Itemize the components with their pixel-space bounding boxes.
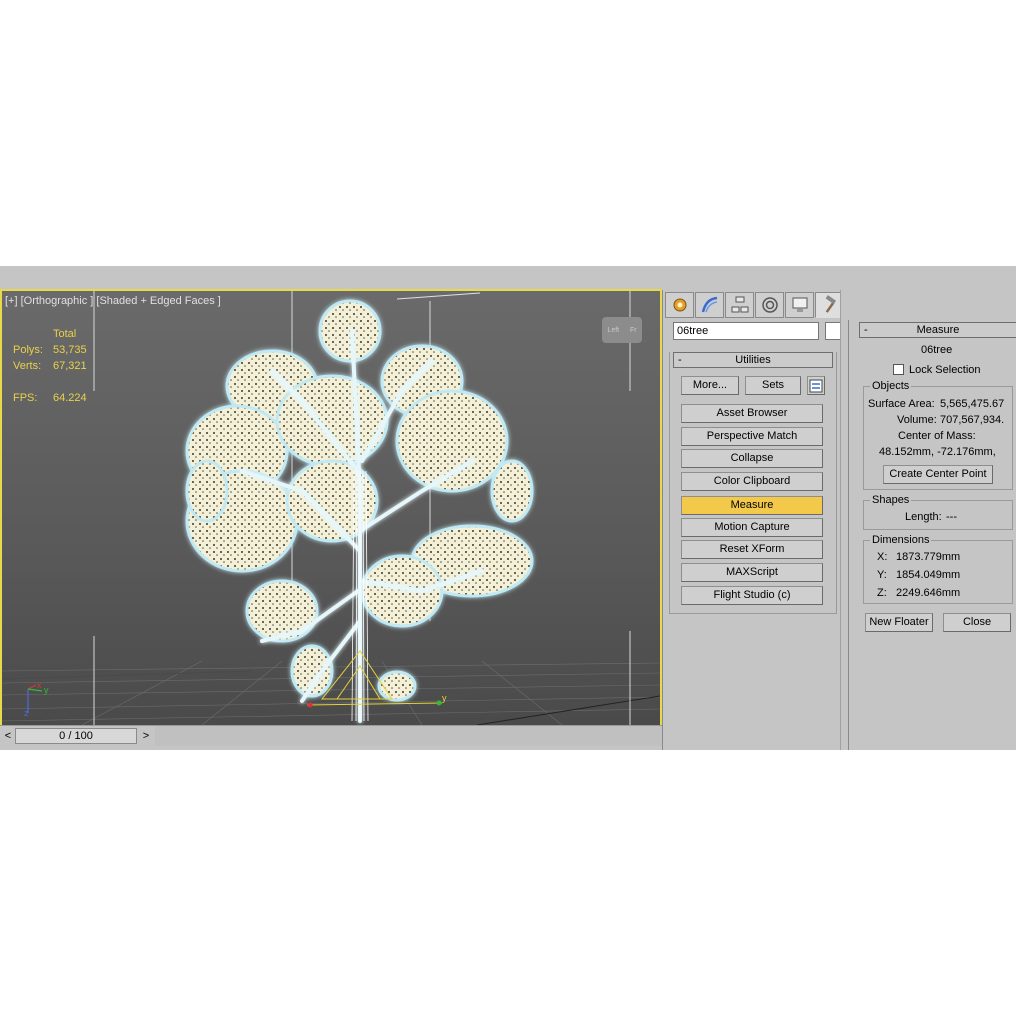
command-panel-tabs bbox=[665, 292, 845, 318]
panel-separator bbox=[840, 290, 848, 750]
volume-label: Volume: bbox=[897, 414, 937, 426]
dimension-y-label: Y: bbox=[877, 569, 887, 581]
viewcube-front-face[interactable]: Fr bbox=[630, 327, 637, 334]
surface-area-value: 5,565,475.67 bbox=[940, 398, 1005, 410]
object-name-field[interactable]: 06tree bbox=[673, 322, 819, 340]
time-slider[interactable]: 0 / 100 bbox=[15, 728, 137, 744]
lock-selection-label[interactable]: Lock Selection bbox=[909, 363, 981, 377]
shapes-group-title: Shapes bbox=[870, 494, 912, 506]
stats-verts-label: Verts: bbox=[13, 360, 42, 372]
configure-button-sets[interactable] bbox=[807, 376, 825, 395]
volume-value: 707,567,934. bbox=[940, 414, 1005, 426]
measure-rollout-header[interactable]: - Measure bbox=[859, 322, 1016, 338]
length-label: Length: bbox=[905, 511, 942, 523]
collapse-minus-icon: - bbox=[864, 324, 868, 336]
tab-create[interactable] bbox=[665, 292, 694, 318]
configure-sets-icon bbox=[809, 379, 823, 393]
surface-area-label: Surface Area: bbox=[868, 398, 935, 410]
svg-text:y: y bbox=[442, 693, 447, 703]
length-value: --- bbox=[946, 511, 957, 523]
svg-text:y: y bbox=[44, 685, 49, 695]
viewport-statistics: Total Polys: 53,735 Verts: 67,321 FPS: 64.2… bbox=[13, 326, 97, 406]
sets-button[interactable]: Sets bbox=[745, 376, 801, 395]
stats-fps-label: FPS: bbox=[13, 392, 38, 404]
dimension-x-value: 1873.779mm bbox=[896, 551, 961, 563]
center-of-mass-value: 48.152mm, -72.176mm, bbox=[879, 446, 996, 458]
stats-fps-value: 64.224 bbox=[53, 392, 87, 404]
object-color-swatch[interactable] bbox=[825, 322, 841, 340]
svg-text:x: x bbox=[37, 683, 42, 690]
command-panel: 06tree - Utilities More... Sets Asset Br… bbox=[662, 290, 844, 750]
objects-group-title: Objects bbox=[870, 380, 912, 392]
3dsmax-window: y [+] [Orthographic ] [Shaded + Edged Fa… bbox=[0, 266, 1016, 750]
viewport-orthographic[interactable]: y [+] [Orthographic ] [Shaded + Edged Fa… bbox=[0, 289, 662, 727]
dimension-x-label: X: bbox=[877, 551, 888, 563]
viewcube[interactable]: Left Fr bbox=[602, 317, 642, 343]
measure-rollout-title: Measure bbox=[916, 324, 960, 336]
maxscript-button[interactable]: MAXScript bbox=[681, 563, 823, 582]
perspective-match-button[interactable]: Perspective Match bbox=[681, 427, 823, 446]
time-slider-bar: < 0 / 100 > bbox=[0, 725, 662, 746]
svg-text:z: z bbox=[24, 708, 29, 717]
motion-capture-button[interactable]: Motion Capture bbox=[681, 518, 823, 537]
stats-verts-value: 67,321 bbox=[53, 360, 87, 372]
tab-modify[interactable] bbox=[695, 292, 724, 318]
tab-motion[interactable] bbox=[755, 292, 784, 318]
previous-frame-button[interactable]: < bbox=[2, 729, 14, 743]
flight-studio-button[interactable]: Flight Studio (c) bbox=[681, 586, 823, 605]
display-icon bbox=[792, 297, 807, 312]
asset-browser-button[interactable]: Asset Browser bbox=[681, 404, 823, 423]
measure-object-name: 06tree bbox=[921, 344, 953, 356]
dimensions-group-title: Dimensions bbox=[870, 534, 932, 546]
new-floater-button[interactable]: New Floater bbox=[865, 613, 933, 632]
reset-xform-button[interactable]: Reset XForm bbox=[681, 540, 823, 559]
dimension-y-value: 1854.049mm bbox=[896, 569, 961, 581]
dimension-z-label: Z: bbox=[877, 587, 887, 599]
dimension-z-value: 2249.646mm bbox=[896, 587, 961, 599]
timeline-track[interactable] bbox=[155, 726, 662, 746]
next-frame-button[interactable]: > bbox=[140, 729, 152, 743]
measure-rollout: - Measure 06tree Lock Selection Objects … bbox=[848, 320, 1016, 750]
viewcube-left-face[interactable]: Left bbox=[607, 327, 619, 334]
motion-icon bbox=[761, 297, 778, 313]
lock-selection-checkbox[interactable] bbox=[893, 364, 904, 375]
hierarchy-icon bbox=[731, 296, 748, 313]
tab-display[interactable] bbox=[785, 292, 814, 318]
stats-polys-label: Polys: bbox=[13, 344, 43, 356]
hammer-icon bbox=[825, 295, 836, 313]
create-icon bbox=[673, 298, 686, 312]
tab-hierarchy[interactable] bbox=[725, 292, 754, 318]
more-button[interactable]: More... bbox=[681, 376, 739, 395]
create-center-point-button[interactable]: Create Center Point bbox=[883, 465, 993, 484]
collapse-button[interactable]: Collapse bbox=[681, 449, 823, 468]
close-button[interactable]: Close bbox=[943, 613, 1011, 632]
center-of-mass-label: Center of Mass: bbox=[898, 430, 976, 442]
modify-icon bbox=[701, 296, 717, 313]
color-clipboard-button[interactable]: Color Clipboard bbox=[681, 472, 823, 491]
tree-model[interactable]: y bbox=[2, 291, 660, 725]
viewport-label[interactable]: [+] [Orthographic ] [Shaded + Edged Face… bbox=[5, 295, 221, 307]
stats-polys-value: 53,735 bbox=[53, 344, 87, 356]
axis-tripod-icon: x y z bbox=[24, 683, 49, 717]
stats-total-label: Total bbox=[53, 328, 77, 340]
measure-button[interactable]: Measure bbox=[681, 496, 823, 515]
